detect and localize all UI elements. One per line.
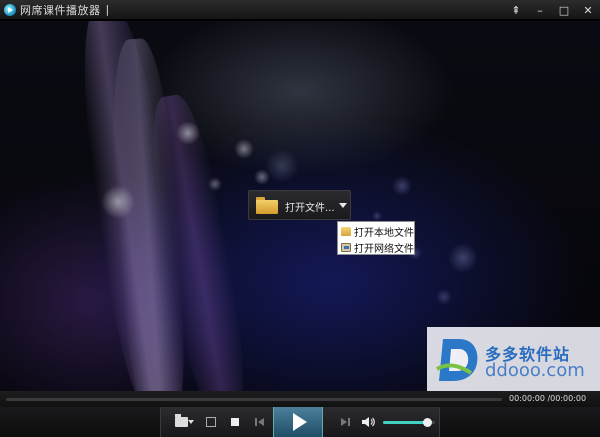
seek-slider[interactable] bbox=[6, 398, 502, 401]
previous-icon bbox=[254, 418, 257, 426]
chevron-down-icon[interactable] bbox=[188, 420, 194, 424]
speaker-icon bbox=[362, 417, 375, 427]
video-area[interactable]: 打开文件... 打开本地文件 打开网络文件 多多软件站 ddooo.com bbox=[0, 21, 600, 391]
control-panel bbox=[160, 407, 440, 437]
app-logo-icon bbox=[4, 3, 16, 16]
maximize-button[interactable]: □ bbox=[552, 0, 576, 20]
fullscreen-icon bbox=[206, 417, 216, 427]
app-title: 网席课件播放器 bbox=[20, 3, 101, 17]
close-button[interactable]: ✕ bbox=[576, 0, 600, 20]
control-bar bbox=[0, 407, 600, 437]
pin-button[interactable]: ⇞ bbox=[504, 0, 528, 20]
bokeh-light bbox=[392, 176, 412, 196]
stop-button[interactable] bbox=[227, 407, 243, 437]
watermark-url: ddooo.com bbox=[485, 360, 585, 381]
chevron-down-icon[interactable] bbox=[339, 203, 347, 208]
bokeh-light bbox=[208, 177, 222, 191]
menu-item-label: 打开本地文件 bbox=[354, 227, 414, 239]
title-bar: 网席课件播放器 | ⇞ – □ ✕ bbox=[0, 0, 600, 20]
volume-button[interactable] bbox=[361, 407, 375, 437]
title-caret: | bbox=[105, 3, 110, 16]
stop-icon bbox=[231, 418, 239, 426]
minimize-button[interactable]: – bbox=[528, 0, 552, 20]
folder-icon bbox=[256, 197, 278, 214]
bokeh-light bbox=[372, 211, 382, 221]
bokeh-light bbox=[176, 121, 200, 145]
menu-item-open-local-file[interactable]: 打开本地文件 bbox=[338, 223, 414, 239]
bokeh-light bbox=[101, 185, 135, 219]
play-icon bbox=[293, 413, 307, 431]
seek-bar: 00:00:00 /00:00:00 bbox=[0, 391, 600, 407]
next-button[interactable] bbox=[337, 407, 353, 437]
menu-item-label: 打开网络文件 bbox=[354, 243, 414, 255]
next-icon bbox=[340, 418, 347, 426]
volume-level bbox=[383, 421, 428, 424]
open-file-label: 打开文件... bbox=[285, 203, 335, 214]
watermark: 多多软件站 ddooo.com bbox=[427, 327, 600, 391]
open-file-button[interactable]: 打开文件... bbox=[248, 190, 351, 220]
watermark-logo-icon bbox=[435, 339, 478, 381]
menu-item-open-network-file[interactable]: 打开网络文件 bbox=[338, 239, 414, 255]
bokeh-light bbox=[448, 243, 478, 273]
folder-icon bbox=[341, 226, 351, 236]
volume-slider[interactable] bbox=[383, 418, 435, 427]
bokeh-light bbox=[436, 289, 452, 305]
fullscreen-button[interactable] bbox=[203, 407, 219, 437]
volume-handle[interactable] bbox=[423, 418, 433, 427]
window-controls: ⇞ – □ ✕ bbox=[504, 0, 600, 20]
network-icon bbox=[341, 242, 351, 252]
previous-button[interactable] bbox=[251, 407, 267, 437]
folder-icon bbox=[174, 414, 188, 427]
bokeh-light bbox=[234, 139, 254, 159]
bokeh-light bbox=[265, 149, 299, 183]
play-button[interactable] bbox=[273, 407, 323, 437]
time-display: 00:00:00 /00:00:00 bbox=[509, 394, 587, 403]
open-file-menu: 打开本地文件 打开网络文件 bbox=[337, 221, 415, 255]
